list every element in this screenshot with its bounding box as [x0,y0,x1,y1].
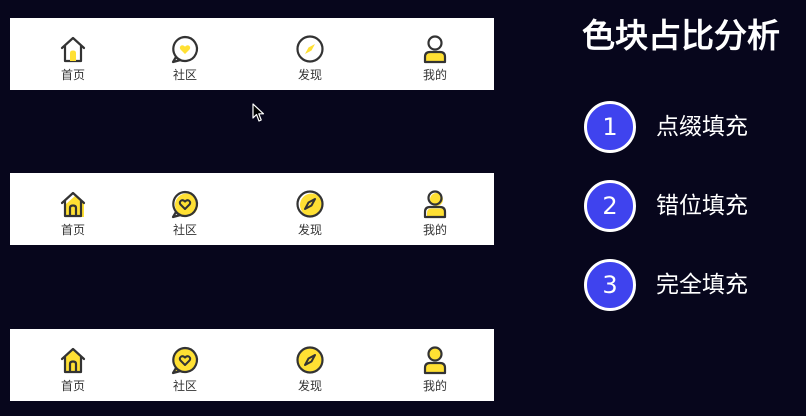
compass-icon [296,190,324,218]
number-badge: 3 [584,259,636,311]
tab-profile[interactable]: 我的 [395,18,475,90]
user-icon [423,35,447,64]
mouse-cursor-icon [252,103,265,122]
number-badge: 1 [584,101,636,153]
tab-label: 社区 [172,68,197,82]
tab-label: 我的 [422,379,447,393]
user-icon [423,346,447,375]
chat-heart-icon [171,35,199,64]
list-item: 3 完全填充 [584,259,794,311]
tab-bar-offset-fill: 首页 社区 发现 我的 [10,173,494,245]
tab-bar-dot-fill: 首页 社区 发现 我的 [10,18,494,90]
tab-label: 首页 [60,223,85,237]
tab-bar-full-fill: 首页 社区 发现 我的 [10,329,494,401]
tab-discover[interactable]: 发现 [270,18,350,90]
home-icon [60,36,86,63]
tab-label: 发现 [297,379,322,393]
item-label: 错位填充 [656,193,748,219]
list-item: 2 错位填充 [584,180,794,232]
list-item: 1 点缀填充 [584,101,794,153]
item-label: 点缀填充 [656,114,748,140]
tab-home[interactable]: 首页 [33,173,113,245]
tab-community[interactable]: 社区 [145,18,225,90]
home-icon [60,191,86,218]
tab-label: 首页 [60,379,85,393]
tab-label: 发现 [297,223,322,237]
tab-community[interactable]: 社区 [145,329,225,401]
item-label: 完全填充 [656,272,748,298]
compass-icon [296,35,324,63]
home-icon [60,347,86,374]
tab-home[interactable]: 首页 [33,329,113,401]
chat-heart-icon [171,346,199,375]
tab-label: 首页 [60,68,85,82]
tab-label: 发现 [297,68,322,82]
page-title: 色块占比分析 [582,16,780,55]
tab-profile[interactable]: 我的 [395,329,475,401]
tab-label: 社区 [172,223,197,237]
tab-home[interactable]: 首页 [33,18,113,90]
number-badge: 2 [584,180,636,232]
tab-label: 我的 [422,223,447,237]
tab-label: 我的 [422,68,447,82]
tab-profile[interactable]: 我的 [395,173,475,245]
tab-community[interactable]: 社区 [145,173,225,245]
chat-heart-icon [171,190,199,219]
tab-discover[interactable]: 发现 [270,173,350,245]
compass-icon [296,346,324,374]
tab-discover[interactable]: 发现 [270,329,350,401]
tab-label: 社区 [172,379,197,393]
user-icon [423,190,447,219]
